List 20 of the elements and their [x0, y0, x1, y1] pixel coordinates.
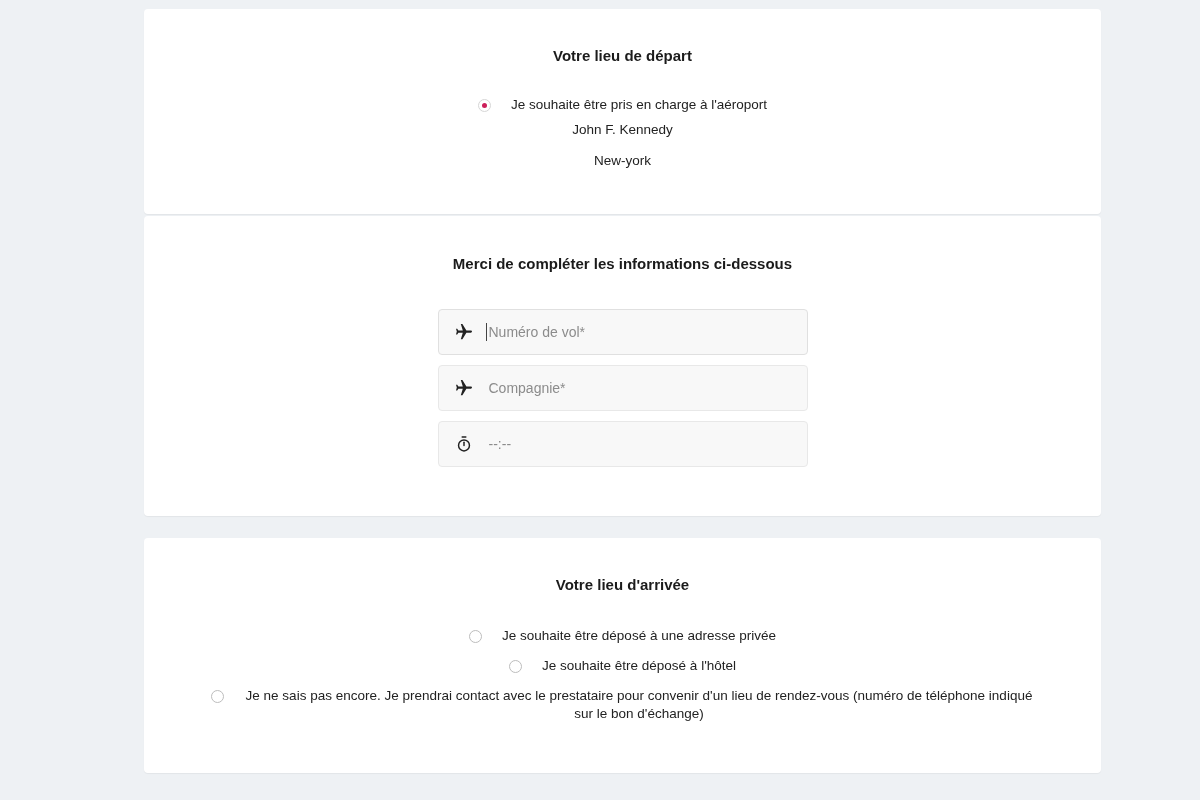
input-field[interactable]: Numéro de vol*: [437, 309, 808, 355]
option-label: Je ne sais pas encore. Je prendrai contact avec le prestataire pour convenir d'un lieu de rendez-vous (numéro de téléphone indiqué sur le bon d'échange): [244, 687, 1034, 723]
radio-button[interactable]: [211, 690, 224, 703]
airport-name: John F. Kennedy: [572, 121, 673, 139]
city-name: New-york: [594, 152, 651, 170]
radio-button[interactable]: [509, 660, 522, 673]
stopwatch-icon: [455, 436, 472, 452]
time-field[interactable]: --:--: [437, 421, 808, 467]
option-label: Je souhaite être pris en charge à l'aéroport: [510, 96, 768, 114]
radio-button[interactable]: [469, 630, 483, 643]
section-title: Merci de compléter les informations ci-dessous: [452, 254, 793, 274]
option-label: Je souhaite être déposé à l'hôtel: [542, 657, 736, 675]
section-title: Votre lieu d'arrivée: [555, 575, 690, 595]
section-title: Votre lieu de départ: [553, 46, 692, 66]
text-cursor-icon: [485, 323, 487, 341]
input-field[interactable]: Compagnie*: [437, 365, 808, 411]
plane-icon: [455, 380, 472, 396]
radio-button[interactable]: [477, 99, 491, 112]
plane-icon: [455, 324, 472, 340]
option-label: Je souhaite être déposé à une adresse privée: [502, 627, 776, 645]
